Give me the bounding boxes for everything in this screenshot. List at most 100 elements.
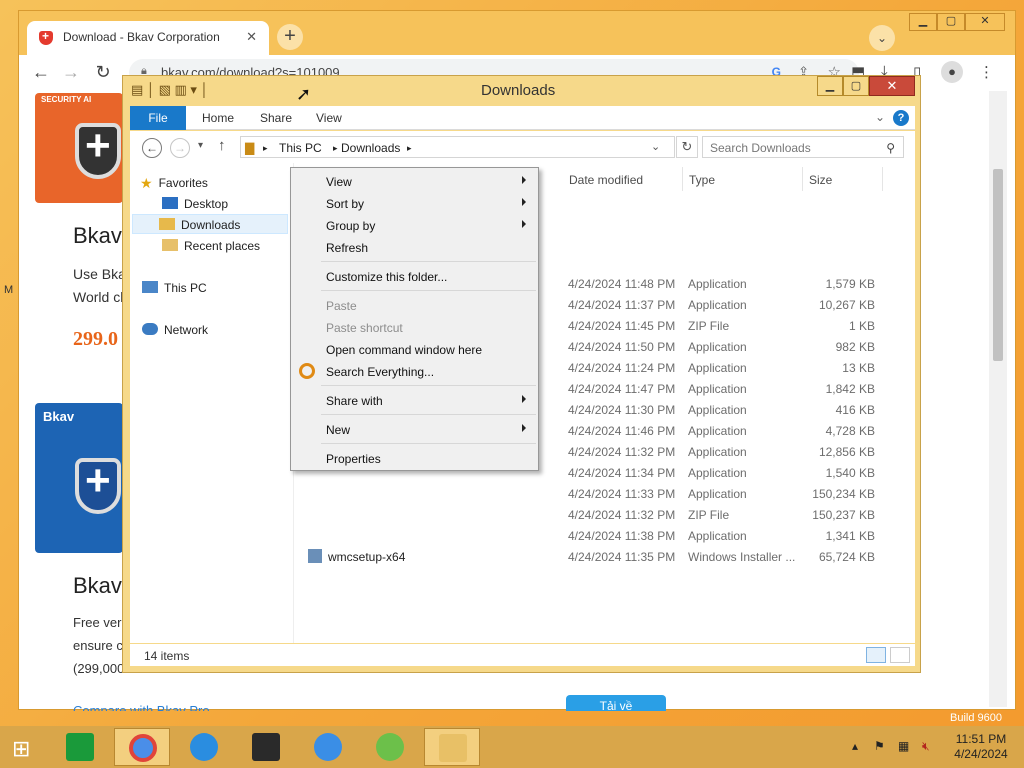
column-divider[interactable]	[682, 167, 683, 191]
shield-icon	[75, 121, 121, 179]
taskbar-media[interactable]	[238, 728, 294, 766]
menu-item-refresh[interactable]: Refresh	[293, 236, 536, 258]
action-center-flag-icon[interactable]: ⚑	[874, 739, 885, 753]
back-icon[interactable]: ←	[142, 138, 162, 158]
menu-item-group-by[interactable]: Group by	[293, 214, 536, 236]
menu-item-search-everything[interactable]: Search Everything...	[293, 360, 536, 382]
browser-tab[interactable]: Download - Bkav Corporation ✕	[27, 21, 269, 55]
installer-file-icon	[308, 549, 322, 563]
breadcrumb[interactable]: ▇ ▸ This PC ▸ Downloads ▸ ⌄	[240, 136, 675, 158]
nav-recent-places[interactable]: Recent places	[162, 236, 260, 256]
taskbar-explorer[interactable]	[424, 728, 480, 766]
nav-favorites[interactable]: ★ Favorites	[140, 173, 208, 193]
quick-access-toolbar[interactable]: ▤ │ ▧ ▥ ▾ │	[131, 82, 209, 98]
start-button[interactable]: ⊞	[0, 728, 50, 766]
chevron-right-icon[interactable]: ▸	[263, 143, 268, 154]
menu-item-customize-this-folder[interactable]: Customize this folder...	[293, 265, 536, 287]
product-desc-2a: Free ver	[73, 615, 122, 630]
nav-label: Recent places	[184, 239, 261, 253]
taskbar-store[interactable]	[52, 728, 108, 766]
menu-item-new[interactable]: New	[293, 418, 536, 440]
tab-view[interactable]: View	[302, 106, 356, 130]
file-size: 1 KB	[848, 319, 875, 333]
search-input[interactable]: Search Downloads ⚲	[702, 136, 904, 158]
menu-kebab-icon[interactable]: ⋮	[979, 63, 994, 81]
column-date-modified[interactable]: Date modified	[569, 173, 643, 187]
file-size: 10,267 KB	[818, 298, 875, 312]
forward-icon[interactable]: →	[170, 138, 190, 158]
menu-item-paste[interactable]: Paste	[293, 294, 536, 316]
chevron-right-icon[interactable]: ▸	[407, 143, 412, 154]
profile-avatar-icon[interactable]: ●	[941, 61, 963, 83]
tab-share[interactable]: Share	[246, 106, 306, 130]
explorer-maximize-button[interactable]: ▢	[843, 76, 869, 96]
menu-item-view[interactable]: View	[293, 170, 536, 192]
taskbar-clock[interactable]: 11:51 PM 4/24/2024	[948, 732, 1014, 762]
ribbon-expand-icon[interactable]: ⌄	[875, 110, 885, 124]
table-row[interactable]: 4/24/2024 11:32 PM ZIP File 150,237 KB	[130, 504, 915, 525]
file-size: 4,728 KB	[825, 424, 875, 438]
details-view-icon[interactable]	[866, 647, 886, 663]
menu-item-label: Properties	[326, 452, 381, 466]
status-bar: 14 items	[130, 644, 915, 666]
chevron-down-icon[interactable]: ⌄	[651, 140, 660, 153]
breadcrumb-downloads[interactable]: Downloads	[341, 141, 400, 155]
taskbar-uploader[interactable]	[176, 728, 232, 766]
file-size: 65,724 KB	[818, 550, 875, 564]
table-row[interactable]: 4/24/2024 11:38 PM Application 1,341 KB	[130, 525, 915, 546]
menu-item-sort-by[interactable]: Sort by	[293, 192, 536, 214]
search-icon[interactable]: ⚲	[886, 141, 895, 155]
back-icon[interactable]: ←	[29, 61, 53, 85]
table-row[interactable]: wmcsetup-x64 4/24/2024 11:35 PM Windows In…	[130, 546, 915, 567]
minimize-button[interactable]: ▁	[909, 13, 937, 31]
menu-item-paste-shortcut[interactable]: Paste shortcut	[293, 316, 536, 338]
breadcrumb-this-pc[interactable]: This PC	[279, 141, 322, 155]
help-icon[interactable]: ?	[893, 110, 909, 126]
forward-icon[interactable]: →	[59, 61, 83, 85]
up-icon[interactable]: ↑	[218, 137, 226, 154]
clock-date: 4/24/2024	[954, 747, 1008, 761]
explorer-title: Downloads	[481, 82, 556, 99]
tab-file[interactable]: File	[130, 106, 186, 130]
nav-downloads[interactable]: Downloads	[132, 214, 288, 234]
scrollbar-thumb[interactable]	[993, 169, 1003, 361]
windows-build-text: Build 9600	[950, 712, 1002, 724]
column-type[interactable]: Type	[689, 173, 715, 187]
large-icons-view-icon[interactable]	[890, 647, 910, 663]
chevron-right-icon[interactable]: ▸	[333, 143, 338, 154]
close-button[interactable]: ✕	[965, 13, 1005, 31]
explorer-close-button[interactable]: ✕	[869, 76, 915, 96]
explorer-titlebar[interactable]: ▤ │ ▧ ▥ ▾ │ Downloads ▁ ▢ ✕	[123, 76, 920, 104]
column-divider[interactable]	[802, 167, 803, 191]
taskbar-ie[interactable]	[300, 728, 356, 766]
taskbar-chrome[interactable]	[114, 728, 170, 766]
table-row[interactable]: 4/24/2024 11:33 PM Application 150,234 KB	[130, 483, 915, 504]
taskbar: ⊞ ▴ ⚑ ▦ 🔇︎ 11:51 PM 4/24/2024	[0, 726, 1024, 768]
recent-locations-icon[interactable]: ▾	[198, 140, 203, 151]
reload-icon[interactable]: ↻	[91, 61, 115, 85]
column-divider[interactable]	[882, 167, 883, 191]
menu-item-properties[interactable]: Properties	[293, 447, 536, 469]
nav-desktop[interactable]: Desktop	[162, 194, 228, 214]
tab-close-icon[interactable]: ✕	[246, 29, 257, 45]
tray-overflow-icon[interactable]: ▴	[852, 739, 858, 753]
explorer-minimize-button[interactable]: ▁	[817, 76, 843, 96]
maximize-button[interactable]: ▢	[937, 13, 965, 31]
column-size[interactable]: Size	[809, 173, 832, 187]
menu-item-share-with[interactable]: Share with	[293, 389, 536, 411]
page-scrollbar[interactable]	[989, 91, 1007, 707]
search-everything-icon	[299, 363, 315, 379]
menu-item-open-command-window-here[interactable]: Open command window here	[293, 338, 536, 360]
new-tab-button[interactable]: +	[277, 24, 303, 50]
refresh-icon[interactable]: ↻	[676, 136, 698, 158]
taskbar-coccoc[interactable]	[362, 728, 418, 766]
bkav-pro-box-image: SECURITY AI	[35, 93, 123, 203]
tab-home[interactable]: Home	[188, 106, 248, 130]
download-button[interactable]: Tải về	[566, 695, 666, 713]
product-heading-1: Bkav	[73, 223, 122, 248]
tab-search-icon[interactable]: ⌄	[869, 25, 895, 51]
compare-link[interactable]: Compare with Bkav Pro	[73, 703, 210, 711]
volume-muted-icon[interactable]: 🔇︎	[922, 739, 930, 754]
network-tray-icon[interactable]: ▦	[898, 739, 909, 753]
file-size: 1,579 KB	[825, 277, 875, 291]
